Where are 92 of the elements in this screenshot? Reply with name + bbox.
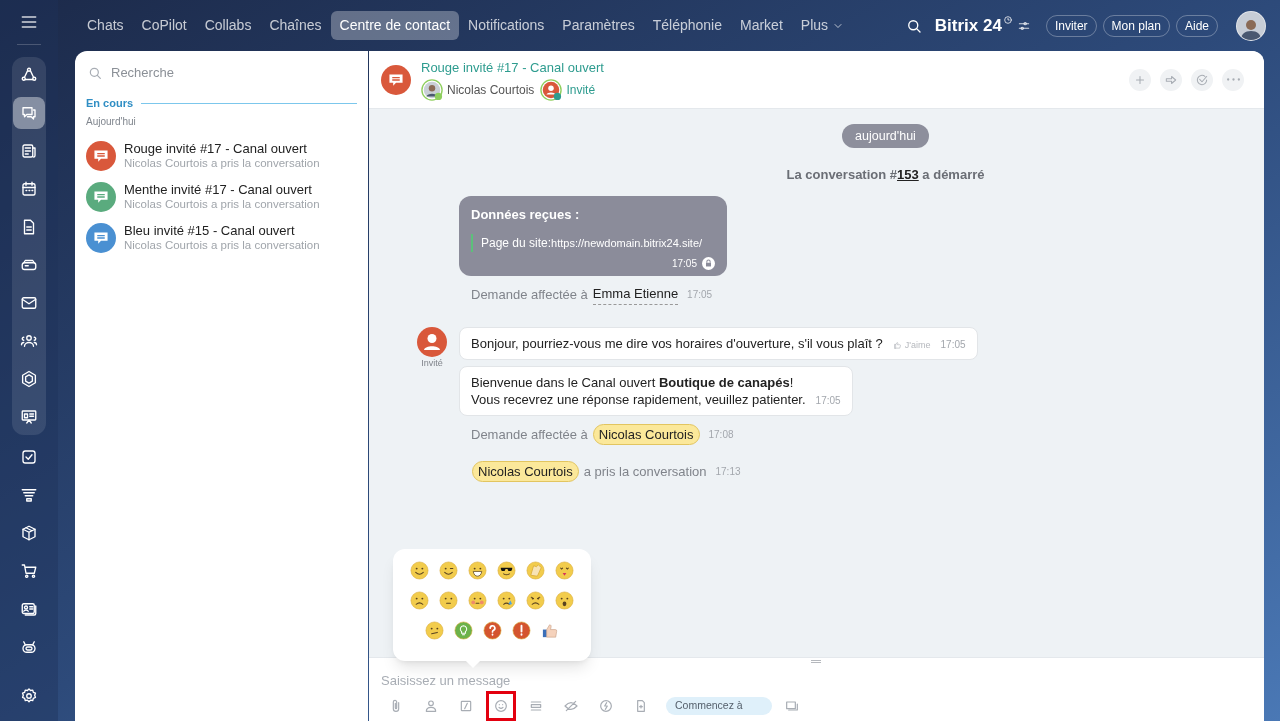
message-time: 17:13 [715, 465, 741, 479]
conversation-link[interactable]: 153 [897, 167, 919, 182]
message-time: 17:08 [708, 428, 734, 442]
conversation-started-text: La conversation #153 a démarré [786, 166, 985, 184]
nav-tab[interactable]: Collabs [195, 11, 261, 40]
author-label: Invité [421, 357, 443, 370]
person-avatar-icon [421, 78, 443, 101]
section-heading: En cours [86, 96, 134, 111]
form-data-card: Données reçues : Page du site:https://newdomain.bitrix24.site/ 17:05 [459, 195, 727, 276]
question-mark-icon[interactable] [482, 621, 502, 640]
frowning-face-icon[interactable] [526, 591, 545, 610]
emoji-button[interactable] [486, 691, 516, 721]
chat-list-item[interactable]: Bleu invité #15 - Canal ouvert Nicolas Courtois a pris la conversation [75, 217, 368, 259]
sad-face-icon[interactable] [410, 591, 429, 610]
participant-name: Nicolas Courtois [447, 81, 535, 99]
lightning-icon [598, 698, 614, 714]
lock-icon [702, 257, 715, 270]
contact-card-icon [20, 600, 38, 618]
settings-icon [20, 687, 38, 705]
logo: Bitrix 24 [934, 14, 1002, 37]
message-time: 17:05 [687, 288, 713, 302]
funnel-icon [20, 486, 38, 504]
cart-icon [20, 562, 38, 580]
nav-tab[interactable]: Notifications [459, 11, 554, 40]
nav-tab[interactable]: Chats [78, 11, 133, 40]
exclamation-mark-icon[interactable] [511, 621, 531, 640]
message-text: Bonjour, pourriez-vous me dire vos horaires d'ouverture, s'il vous plaît ? [471, 335, 883, 352]
calendar-icon [20, 180, 38, 198]
nav-tab[interactable]: Market [731, 11, 792, 40]
surprised-face-icon[interactable] [555, 591, 574, 610]
thumbs-up-icon[interactable] [540, 621, 560, 640]
message-time: 17:05 [671, 257, 697, 271]
heart-eyes-face-icon[interactable] [555, 561, 574, 580]
grinning-face-icon[interactable] [468, 561, 487, 580]
participant-name: Invité [566, 81, 596, 99]
user-name[interactable]: Nicolas Courtois [592, 423, 700, 446]
message-input[interactable]: Saisissez un message [381, 672, 881, 688]
nav-tab[interactable]: Téléphonie [643, 11, 731, 40]
crying-face-icon[interactable] [497, 591, 516, 610]
envelope-icon [20, 294, 38, 312]
hexagon-icon [20, 370, 38, 388]
robot-icon [20, 638, 38, 656]
box-icon [20, 524, 38, 542]
chat-icon [20, 104, 38, 122]
search-field[interactable]: Recherche [111, 63, 311, 83]
message-text: Bienvenue dans le Canal ouvert Boutique de canapés! Vous recevrez une réponse rapidement, veuillez patienter. [471, 374, 806, 408]
search-icon [87, 65, 103, 81]
check-circle-icon [1195, 72, 1209, 87]
guest-avatar-icon [417, 327, 447, 357]
thumbs-up-icon [892, 340, 902, 350]
system-message-text: Demande affectée à [471, 425, 588, 444]
stacked-lines-icon [528, 698, 544, 714]
chat-list-item[interactable]: Menthe invité #17 - Canal ouvert Nicolas Courtois a pris la conversation [75, 176, 368, 218]
neutral-face-icon[interactable] [439, 591, 458, 610]
page-url-text: Page du site:https://newdomain.bitrix24.site/ [481, 235, 703, 252]
more-dots-icon [1226, 78, 1240, 81]
smiley-icon [493, 698, 509, 714]
message-time: 17:05 [815, 394, 841, 408]
nav-tab[interactable]: Chaînes [260, 11, 331, 40]
slash-square-icon [458, 698, 474, 714]
user-avatar[interactable] [1236, 10, 1266, 41]
windows-icon [784, 698, 800, 714]
sidebar-item[interactable] [13, 97, 45, 129]
user-name[interactable]: Emma Etienne [592, 284, 679, 305]
nav-tab[interactable]: Paramètres [553, 11, 644, 40]
system-message-text: a pris la conversation [583, 462, 707, 481]
network-icon [20, 66, 38, 84]
winking-face-icon[interactable] [439, 561, 458, 580]
settings-button[interactable] [20, 687, 38, 705]
confused-face-icon[interactable] [424, 621, 444, 640]
lightbulb-icon[interactable] [453, 621, 473, 640]
nav-tab[interactable]: Centre de contact [330, 11, 460, 40]
message-time: 17:05 [940, 338, 966, 352]
guest-avatar-icon [540, 78, 563, 101]
clock-icon [1002, 14, 1013, 25]
smiling-face-icon[interactable] [410, 561, 429, 580]
date-pill: aujourd'hui [842, 124, 929, 148]
person-icon [423, 698, 439, 714]
newspaper-icon [20, 142, 38, 160]
chat-list-item[interactable]: Rouge invité #17 - Canal ouvert Nicolas Courtois a pris la conversation [75, 135, 368, 177]
sunglasses-face-icon[interactable] [497, 561, 516, 580]
eye-slash-icon [563, 698, 579, 714]
date-label: Aujourd'hui [85, 114, 137, 129]
people-icon [20, 332, 38, 350]
user-name[interactable]: Nicolas Courtois [472, 460, 579, 483]
blushing-face-icon[interactable] [468, 591, 487, 610]
start-button[interactable]: Commencez à [666, 697, 772, 715]
presentation-icon [20, 408, 38, 426]
more-menu[interactable]: Plus [791, 11, 854, 40]
checkbox-icon [20, 448, 38, 466]
nav-tab[interactable]: CoPilot [132, 11, 196, 40]
system-message-text: Demande affectée à [471, 285, 588, 304]
